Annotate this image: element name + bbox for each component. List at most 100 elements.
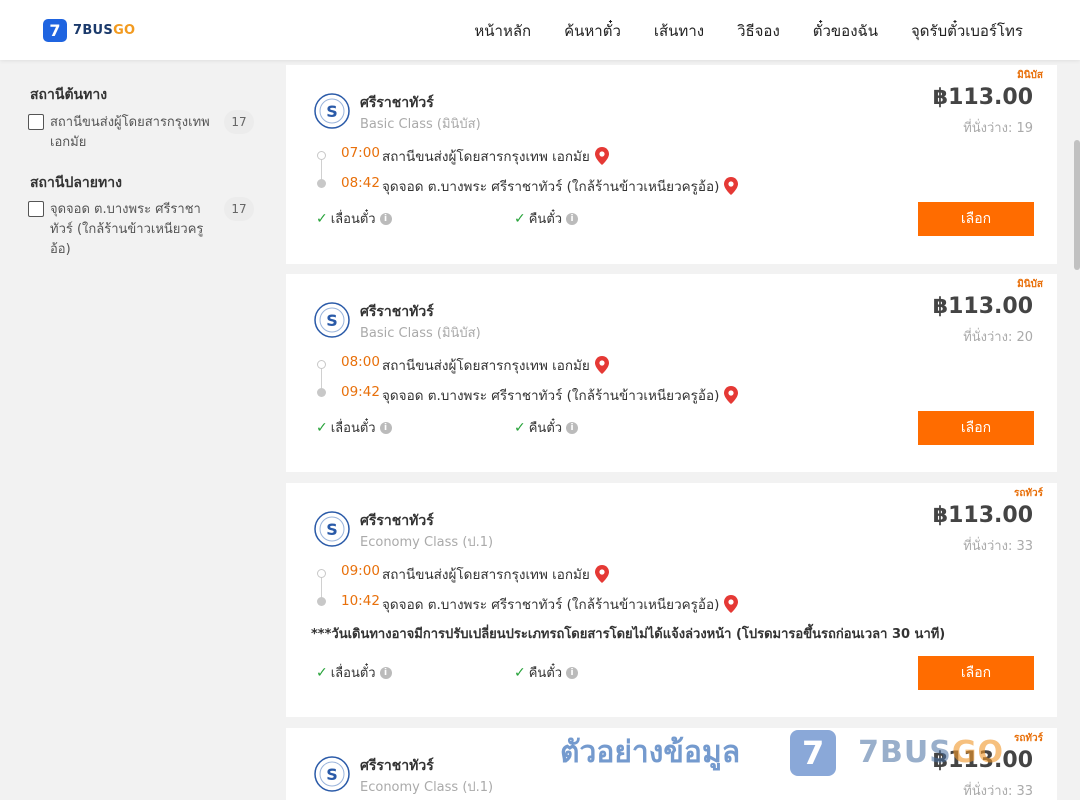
check-icon: ✓ bbox=[316, 664, 328, 681]
destination-filter-option[interactable]: จุดจอด ต.บางพระ ศรีราชาทัวร์ (ใกล้ร้านข้… bbox=[28, 197, 254, 262]
operator-logo-icon: S bbox=[314, 93, 350, 129]
arrive-dot bbox=[317, 179, 326, 188]
ticket-price: ฿113.00 bbox=[932, 85, 1033, 110]
top-header: 7 7BUSGO หน้าหลัก ค้นหาตั๋ว เส้นทาง วิธี… bbox=[0, 0, 1080, 60]
info-icon[interactable]: i bbox=[566, 212, 579, 225]
arrive-stop-name: จุดจอด ต.บางพระ ศรีราชาทัวร์ (ใกล้ร้านข้… bbox=[382, 388, 720, 404]
refund-label: คืนตั๋ว bbox=[528, 421, 563, 436]
nav-how-to-book[interactable]: วิธีจอง bbox=[737, 19, 780, 43]
refund-feature: ✓ คืนตั๋ว i bbox=[514, 662, 579, 683]
seats-available: ที่นั่งว่าง: 20 bbox=[963, 330, 1033, 345]
operator-logo-icon: S bbox=[314, 756, 350, 792]
svg-text:S: S bbox=[326, 102, 338, 121]
arrive-stop[interactable]: จุดจอด ต.บางพระ ศรีราชาทัวร์ (ใกล้ร้านข้… bbox=[382, 175, 739, 197]
trip-card: มินิบัส S ศรีราชาทัวร์ Basic Class (มินิ… bbox=[286, 65, 1057, 264]
info-icon[interactable]: i bbox=[379, 666, 392, 679]
refund-feature: ✓ คืนตั๋ว i bbox=[514, 208, 579, 229]
map-pin-icon[interactable] bbox=[724, 386, 739, 404]
vehicle-type-tag: มินิบัส bbox=[1017, 279, 1043, 290]
arrive-dot bbox=[317, 597, 326, 606]
depart-stop-name: สถานีขนส่งผู้โดยสารกรุงเทพ เอกมัย bbox=[382, 149, 590, 165]
info-icon[interactable]: i bbox=[379, 212, 392, 225]
destination-filter-title: สถานีปลายทาง bbox=[30, 175, 122, 191]
bus-class: Basic Class (มินิบัส) bbox=[360, 117, 481, 132]
origin-filter-title: สถานีต้นทาง bbox=[30, 87, 108, 103]
bus-class: Basic Class (มินิบัส) bbox=[360, 326, 481, 341]
map-pin-icon[interactable] bbox=[594, 147, 609, 165]
check-icon: ✓ bbox=[316, 419, 328, 436]
operator-name: ศรีราชาทัวร์ bbox=[360, 758, 434, 774]
operator-name: ศรีราชาทัวร์ bbox=[360, 304, 434, 320]
logo-text: 7BUSGO bbox=[73, 23, 135, 38]
depart-stop[interactable]: สถานีขนส่งผู้โดยสารกรุงเทพ เอกมัย bbox=[382, 563, 609, 585]
main-nav: หน้าหลัก ค้นหาตั๋ว เส้นทาง วิธีจอง ตั๋วข… bbox=[441, 19, 1023, 43]
destination-option-count: 17 bbox=[224, 197, 254, 221]
trip-card: รถทัวร์ S ศรีราชาทัวร์ Economy Class (ป.… bbox=[286, 728, 1057, 800]
seats-available: ที่นั่งว่าง: 19 bbox=[963, 121, 1033, 136]
nav-search-tickets[interactable]: ค้นหาตั๋ว bbox=[564, 19, 621, 43]
bus-class: Economy Class (ป.1) bbox=[360, 780, 494, 795]
destination-checkbox[interactable] bbox=[28, 201, 44, 217]
depart-time: 07:00 bbox=[341, 145, 380, 161]
change-ticket-feature: ✓ เลื่อนตั๋ว i bbox=[316, 417, 392, 438]
operator-name: ศรีราชาทัวร์ bbox=[360, 513, 434, 529]
depart-dot bbox=[317, 569, 326, 578]
depart-dot bbox=[317, 360, 326, 369]
nav-home[interactable]: หน้าหลัก bbox=[474, 19, 531, 43]
trip-card: รถทัวร์ S ศรีราชาทัวร์ Economy Class (ป.… bbox=[286, 483, 1057, 717]
map-pin-icon[interactable] bbox=[594, 356, 609, 374]
arrive-stop[interactable]: จุดจอด ต.บางพระ ศรีราชาทัวร์ (ใกล้ร้านข้… bbox=[382, 384, 739, 406]
operator-logo-icon: S bbox=[314, 511, 350, 547]
ticket-price: ฿113.00 bbox=[932, 748, 1033, 773]
destination-option-label: จุดจอด ต.บางพระ ศรีราชาทัวร์ (ใกล้ร้านข้… bbox=[50, 202, 204, 257]
vehicle-type-tag: รถทัวร์ bbox=[1013, 488, 1043, 499]
arrive-time: 09:42 bbox=[341, 384, 380, 400]
depart-stop-name: สถานีขนส่งผู้โดยสารกรุงเทพ เอกมัย bbox=[382, 358, 590, 374]
depart-stop[interactable]: สถานีขนส่งผู้โดยสารกรุงเทพ เอกมัย bbox=[382, 145, 609, 167]
map-pin-icon[interactable] bbox=[594, 565, 609, 583]
operator-name: ศรีราชาทัวร์ bbox=[360, 95, 434, 111]
origin-option-count: 17 bbox=[224, 110, 254, 134]
check-icon: ✓ bbox=[514, 419, 526, 436]
arrive-dot bbox=[317, 388, 326, 397]
select-trip-button[interactable]: เลือก bbox=[918, 202, 1034, 236]
check-icon: ✓ bbox=[316, 210, 328, 227]
page-scrollbar[interactable] bbox=[1074, 140, 1080, 270]
seats-available: ที่นั่งว่าง: 33 bbox=[963, 539, 1033, 554]
origin-filter-option[interactable]: สถานีขนส่งผู้โดยสารกรุงเทพ เอกมัย 17 bbox=[28, 110, 254, 155]
operator-logo-icon: S bbox=[314, 302, 350, 338]
origin-checkbox[interactable] bbox=[28, 114, 44, 130]
vehicle-type-tag: มินิบัส bbox=[1017, 70, 1043, 81]
map-pin-icon[interactable] bbox=[724, 595, 739, 613]
origin-option-label: สถานีขนส่งผู้โดยสารกรุงเทพ เอกมัย bbox=[50, 115, 210, 150]
arrive-time: 08:42 bbox=[341, 175, 380, 191]
depart-time: 09:00 bbox=[341, 563, 380, 579]
nav-ticket-pickup[interactable]: จุดรับตั๋วเบอร์โทร bbox=[911, 19, 1023, 43]
info-icon[interactable]: i bbox=[379, 421, 392, 434]
change-ticket-feature: ✓ เลื่อนตั๋ว i bbox=[316, 662, 392, 683]
site-logo[interactable]: 7 7BUSGO bbox=[43, 19, 135, 42]
filter-sidebar: สถานีต้นทาง สถานีขนส่งผู้โดยสารกรุงเทพ เ… bbox=[0, 60, 270, 800]
bus-class: Economy Class (ป.1) bbox=[360, 535, 494, 550]
map-pin-icon[interactable] bbox=[724, 177, 739, 195]
logo-text-main: 7BUS bbox=[73, 23, 114, 38]
ticket-price: ฿113.00 bbox=[932, 294, 1033, 319]
change-ticket-label: เลื่อนตั๋ว bbox=[330, 421, 376, 436]
depart-stop[interactable]: สถานีขนส่งผู้โดยสารกรุงเทพ เอกมัย bbox=[382, 354, 609, 376]
seats-available: ที่นั่งว่าง: 33 bbox=[963, 784, 1033, 799]
change-ticket-label: เลื่อนตั๋ว bbox=[330, 666, 376, 681]
select-trip-button[interactable]: เลือก bbox=[918, 411, 1034, 445]
nav-my-tickets[interactable]: ตั๋วของฉัน bbox=[813, 19, 878, 43]
check-icon: ✓ bbox=[514, 664, 526, 681]
arrive-stop[interactable]: จุดจอด ต.บางพระ ศรีราชาทัวร์ (ใกล้ร้านข้… bbox=[382, 593, 739, 615]
info-icon[interactable]: i bbox=[566, 421, 579, 434]
select-trip-button[interactable]: เลือก bbox=[918, 656, 1034, 690]
arrive-stop-name: จุดจอด ต.บางพระ ศรีราชาทัวร์ (ใกล้ร้านข้… bbox=[382, 179, 720, 195]
depart-dot bbox=[317, 151, 326, 160]
nav-routes[interactable]: เส้นทาง bbox=[654, 19, 704, 43]
arrive-time: 10:42 bbox=[341, 593, 380, 609]
svg-text:S: S bbox=[326, 765, 338, 784]
info-icon[interactable]: i bbox=[566, 666, 579, 679]
svg-text:S: S bbox=[326, 520, 338, 539]
svg-text:S: S bbox=[326, 311, 338, 330]
